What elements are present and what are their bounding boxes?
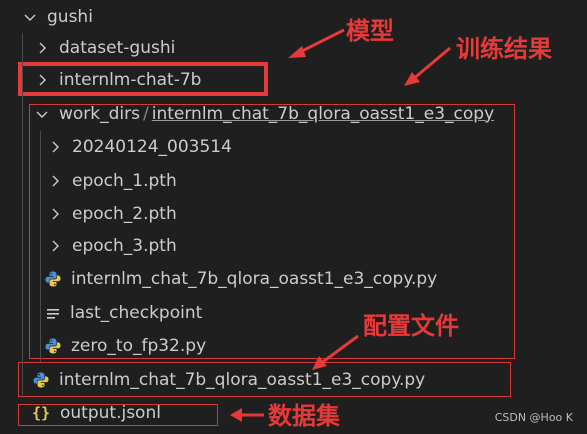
tree-item-label: zero_to_fp32.py <box>71 335 207 356</box>
chevron-right-icon <box>47 139 63 155</box>
python-file-icon <box>32 371 50 389</box>
tree-folder-epoch-2[interactable]: epoch_2.pth <box>0 197 587 230</box>
chevron-right-icon <box>34 40 50 56</box>
tree-file-zero-to-fp32[interactable]: zero_to_fp32.py <box>0 329 587 362</box>
chevron-right-icon <box>34 72 50 88</box>
arrow-to-train-result <box>404 46 451 86</box>
tree-item-label: internlm_chat_7b_qlora_oasst1_e3_copy.py <box>71 268 438 289</box>
path-separator: / <box>143 103 149 124</box>
arrow-to-model <box>288 28 345 58</box>
tree-folder-epoch-3[interactable]: epoch_3.pth <box>0 229 587 262</box>
tree-folder-internlm-chat-7b[interactable]: internlm-chat-7b <box>0 63 587 96</box>
tree-file-last-checkpoint[interactable]: last_checkpoint <box>0 296 587 329</box>
chevron-down-icon <box>22 9 38 25</box>
tree-folder-work-dirs[interactable]: work_dirs / internlm_chat_7b_qlora_oasst… <box>0 97 587 130</box>
chevron-right-icon <box>47 206 63 222</box>
tree-item-label: epoch_1.pth <box>72 170 177 191</box>
tree-item-label: epoch_3.pth <box>72 235 177 256</box>
tree-item-label: gushi <box>47 6 93 27</box>
text-file-icon <box>46 306 60 320</box>
chevron-right-icon <box>47 173 63 189</box>
annotation-train-result: 训练结果 <box>456 35 552 63</box>
tree-folder-epoch-1[interactable]: epoch_1.pth <box>0 164 587 197</box>
watermark: CSDN @Hoo K <box>494 411 573 424</box>
tree-item-label: dataset-gushi <box>59 37 176 58</box>
tree-item-label: internlm_chat_7b_qlora_oasst1_e3_copy.py <box>59 369 426 390</box>
json-file-icon: {} <box>32 403 51 422</box>
tree-file-config-py-inner[interactable]: internlm_chat_7b_qlora_oasst1_e3_copy.py <box>0 262 587 295</box>
annotation-config-file: 配置文件 <box>363 312 459 340</box>
tree-item-label: internlm-chat-7b <box>59 69 202 90</box>
tree-item-label: last_checkpoint <box>70 302 203 323</box>
tree-item-label: 20240124_003514 <box>72 136 232 157</box>
python-file-icon <box>44 270 62 288</box>
chevron-down-icon <box>34 106 50 122</box>
tree-file-config-py[interactable]: internlm_chat_7b_qlora_oasst1_e3_copy.py <box>0 363 587 396</box>
tree-folder-20240124[interactable]: 20240124_003514 <box>0 130 587 163</box>
tree-item-label: epoch_2.pth <box>72 203 177 224</box>
python-file-icon <box>44 337 62 355</box>
chevron-right-icon <box>47 238 63 254</box>
annotation-dataset: 数据集 <box>268 402 340 430</box>
arrow-to-config-file <box>312 334 359 370</box>
annotation-model: 模型 <box>346 17 394 45</box>
arrow-to-dataset <box>230 408 264 422</box>
tree-item-label: output.jsonl <box>60 402 161 423</box>
tree-item-label: work_dirs <box>59 103 140 124</box>
compact-folder-label[interactable]: internlm_chat_7b_qlora_oasst1_e3_copy <box>152 104 494 124</box>
